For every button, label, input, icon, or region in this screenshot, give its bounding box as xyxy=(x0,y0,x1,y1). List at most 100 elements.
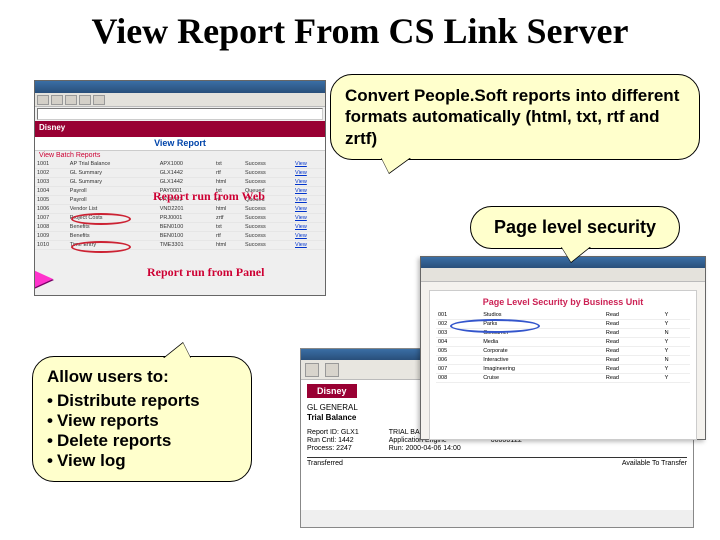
cell: View xyxy=(293,178,325,187)
cell: View xyxy=(293,214,325,223)
cell: 1010 xyxy=(35,241,68,250)
cell: View xyxy=(293,187,325,196)
column-left: Report ID: GLX1 Run Cntl: 1442 Process: … xyxy=(307,428,359,453)
report-footer: Transferred Available To Transfer xyxy=(307,457,687,467)
field: Run Cntl: 1442 xyxy=(307,437,359,444)
table-row: 1001AP Trial BalanceAPX1000txtSuccessVie… xyxy=(35,160,325,169)
table-row: 001StudiosReadY xyxy=(436,311,690,320)
cell: Benefits xyxy=(68,232,158,241)
callout-allow-users: Allow users to: Distribute reports View … xyxy=(32,356,252,482)
cell: html xyxy=(214,205,243,214)
callout-convert-formats: Convert People.Soft reports into differe… xyxy=(330,74,700,160)
arrow-icon xyxy=(34,269,53,289)
cell: View xyxy=(293,241,325,250)
callout-tail xyxy=(561,246,591,262)
toolbar-button xyxy=(51,95,63,105)
cell: 005 xyxy=(436,347,481,356)
toolbar-button xyxy=(65,95,77,105)
callout-list: Distribute reports View reports Delete r… xyxy=(47,391,237,471)
cell: AP Trial Balance xyxy=(68,160,158,169)
toolbar-button xyxy=(79,95,91,105)
cell: Payroll xyxy=(68,196,158,205)
annotation-panel: Report run from Panel xyxy=(147,265,264,280)
field: Report ID: GLX1 xyxy=(307,429,359,436)
window-toolbar xyxy=(421,268,705,282)
cell: VND2201 xyxy=(158,205,214,214)
cell: Read xyxy=(604,311,663,320)
cell: BEN0100 xyxy=(158,223,214,232)
cell: GL Summary xyxy=(68,169,158,178)
cell: Read xyxy=(604,356,663,365)
address-bar xyxy=(37,108,323,120)
cell: 1006 xyxy=(35,205,68,214)
cell: Read xyxy=(604,320,663,329)
cell: Read xyxy=(604,329,663,338)
report-preview: Page Level Security by Business Unit 001… xyxy=(429,290,697,440)
cell: 008 xyxy=(436,374,481,383)
toolbar-button xyxy=(37,95,49,105)
cell: N xyxy=(663,329,690,338)
cell: View xyxy=(293,205,325,214)
table-row: 1002GL SummaryGLX1442rtfSuccessView xyxy=(35,169,325,178)
cell: 1007 xyxy=(35,214,68,223)
highlight-circle xyxy=(450,319,540,333)
cell: 1002 xyxy=(35,169,68,178)
back-icon xyxy=(305,363,319,377)
report-caption: Page Level Security by Business Unit xyxy=(436,297,690,307)
cell: TME3301 xyxy=(158,241,214,250)
cell: html xyxy=(214,241,243,250)
cell: 001 xyxy=(436,311,481,320)
cell: Success xyxy=(243,178,293,187)
cell: txt xyxy=(214,223,243,232)
callout-text: Page level security xyxy=(494,217,656,237)
cell: Success xyxy=(243,205,293,214)
cell: Y xyxy=(663,347,690,356)
list-item: Distribute reports xyxy=(47,391,237,411)
cell: View xyxy=(293,160,325,169)
cell: Y xyxy=(663,338,690,347)
cell: GLX1442 xyxy=(158,169,214,178)
list-item: Delete reports xyxy=(47,431,237,451)
cell: Payroll xyxy=(68,187,158,196)
cell: Success xyxy=(243,160,293,169)
cell: Imagineering xyxy=(481,365,604,374)
table-row: 1006Vendor ListVND2201htmlSuccessView xyxy=(35,205,325,214)
footer-right: Available To Transfer xyxy=(622,460,687,467)
report-table: 1001AP Trial BalanceAPX1000txtSuccessVie… xyxy=(35,160,325,250)
cell: 1004 xyxy=(35,187,68,196)
cell: Read xyxy=(604,374,663,383)
table-row: 005CorporateReadY xyxy=(436,347,690,356)
cell: Y xyxy=(663,365,690,374)
cell: View xyxy=(293,232,325,241)
cell: rtf xyxy=(214,169,243,178)
cell: Success xyxy=(243,169,293,178)
list-item: View log xyxy=(47,451,237,471)
cell: Corporate xyxy=(481,347,604,356)
callout-text: Convert People.Soft reports into differe… xyxy=(345,86,679,148)
page-heading: View Report xyxy=(35,137,325,151)
cell: Y xyxy=(663,311,690,320)
footer-left: Transferred xyxy=(307,460,343,467)
callout-tail xyxy=(381,157,411,173)
cell: zrtf xyxy=(214,214,243,223)
cell: Cruise xyxy=(481,374,604,383)
cell: Success xyxy=(243,241,293,250)
cell: APX1000 xyxy=(158,160,214,169)
cell: 006 xyxy=(436,356,481,365)
cell: 1003 xyxy=(35,178,68,187)
slide-title: View Report From CS Link Server xyxy=(0,0,720,56)
cell: GL Summary xyxy=(68,178,158,187)
cell: 1005 xyxy=(35,196,68,205)
table-row: 1003GL SummaryGLX1442htmlSuccessView xyxy=(35,178,325,187)
callout-page-security: Page level security xyxy=(470,206,680,249)
cell: 1008 xyxy=(35,223,68,232)
screenshot-page-security-window: Page Level Security by Business Unit 001… xyxy=(420,256,706,440)
cell: View xyxy=(293,223,325,232)
toolbar-button xyxy=(93,95,105,105)
cell: 1009 xyxy=(35,232,68,241)
cell: Success xyxy=(243,223,293,232)
browser-toolbar xyxy=(35,93,325,107)
cell: PRJ0001 xyxy=(158,214,214,223)
callout-heading: Allow users to: xyxy=(47,367,237,387)
table-row: 006InteractiveReadN xyxy=(436,356,690,365)
